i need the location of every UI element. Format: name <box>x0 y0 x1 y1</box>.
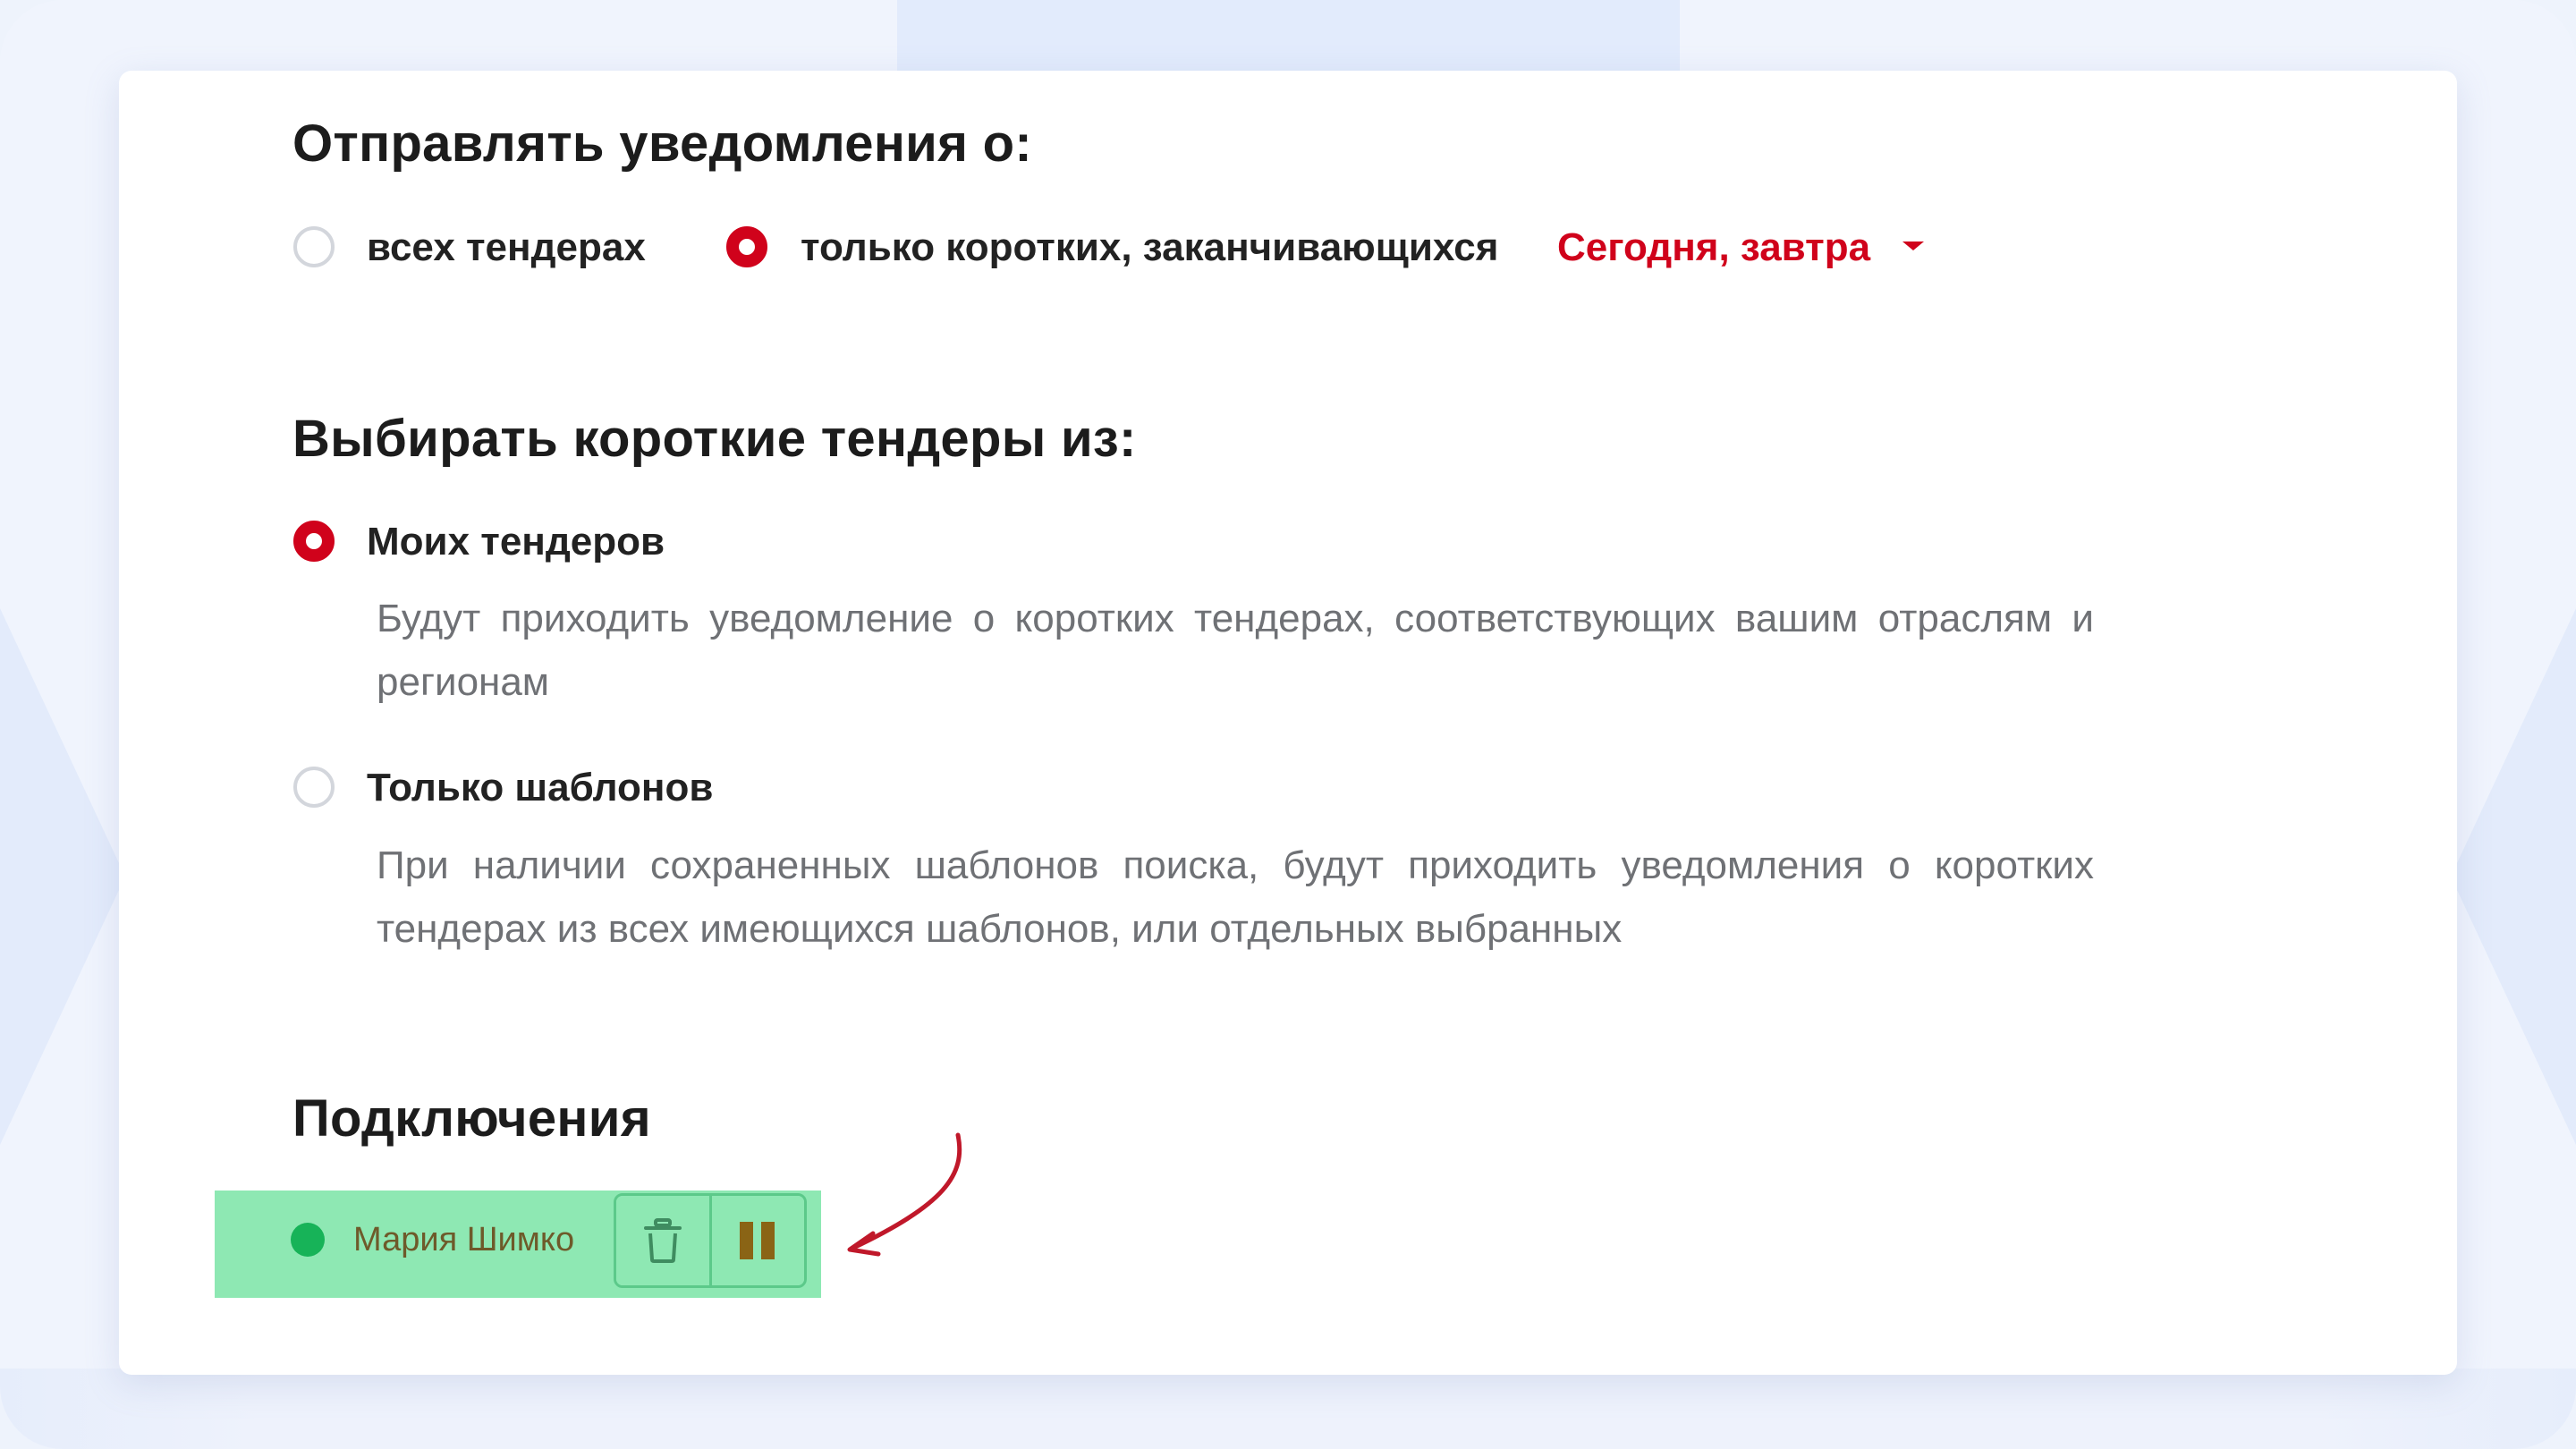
radio-my-tenders-label[interactable]: Моих тендеров <box>367 522 665 562</box>
delete-connection-button[interactable] <box>616 1196 709 1285</box>
chevron-down-icon[interactable] <box>1902 242 1924 250</box>
radio-my-tenders[interactable] <box>293 521 335 562</box>
radio-all-tenders[interactable] <box>293 226 335 267</box>
radio-short-tenders[interactable] <box>726 226 767 267</box>
trash-icon <box>643 1218 682 1263</box>
connections-heading: Подключения <box>292 1089 651 1148</box>
annotation-arrow-icon <box>847 1132 962 1257</box>
radio-all-tenders-label[interactable]: всех тендерах <box>367 228 646 267</box>
background-bottom <box>0 1368 2576 1449</box>
my-tenders-description: Будут приходить уведомление о коротких т… <box>377 597 2094 704</box>
source-heading: Выбирать короткие тендеры из: <box>292 410 1137 468</box>
background-shape-left <box>0 608 125 1145</box>
notify-heading: Отправлять уведомления о: <box>292 114 1033 173</box>
templates-only-description: При наличии сохраненных шаблонов поиска,… <box>377 843 2094 951</box>
connection-name: Мария Шимко <box>353 1221 575 1258</box>
radio-templates-only[interactable] <box>293 767 335 808</box>
radio-short-tenders-label[interactable]: только коротких, заканчивающихся <box>801 228 1498 267</box>
pause-connection-button[interactable] <box>708 1196 804 1285</box>
radio-templates-only-label[interactable]: Только шаблонов <box>367 768 713 808</box>
pause-icon <box>740 1222 775 1259</box>
background-shape-right <box>2451 608 2576 1145</box>
connection-actions <box>614 1193 807 1288</box>
period-select[interactable]: Сегодня, завтра <box>1557 228 1870 267</box>
status-dot-icon <box>291 1223 325 1257</box>
